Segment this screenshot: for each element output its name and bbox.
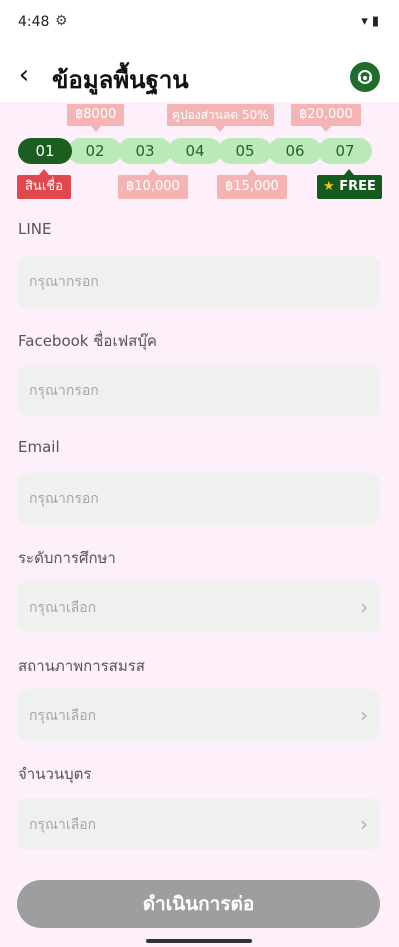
marital-status-label: สถานภาพการสมรส	[18, 657, 145, 675]
line-field	[17, 256, 380, 308]
education-placeholder: กรุณาเลือก	[29, 600, 97, 616]
progress-steps: ฿8000 คูปองส่วนลด 50% ฿20,000 07 06 05 0…	[0, 102, 399, 202]
marital-status-select[interactable]: กรุณาเลือก ›	[17, 689, 380, 741]
education-label: ระดับการศึกษา	[18, 549, 116, 567]
reward-badge-15000: ฿15,000	[217, 169, 287, 199]
email-input[interactable]	[17, 473, 380, 525]
children-select[interactable]: กรุณาเลือก ›	[17, 798, 380, 850]
back-button[interactable]: ‹	[8, 60, 40, 92]
settings-status-icon: ⚙	[55, 13, 68, 29]
reward-badge-loan: สินเชื่อ	[17, 169, 71, 199]
star-icon: ★	[323, 179, 335, 194]
form-content: ฿8000 คูปองส่วนลด 50% ฿20,000 07 06 05 0…	[0, 102, 399, 947]
continue-button[interactable]: ดำเนินการต่อ	[17, 880, 380, 928]
marital-status-placeholder: กรุณาเลือก	[29, 708, 97, 724]
chevron-right-icon: ›	[360, 812, 368, 836]
step-05: 05	[218, 138, 272, 164]
line-input[interactable]	[17, 256, 380, 308]
free-label: FREE	[339, 179, 376, 194]
step-track: 07 06 05 04 03 02 01	[18, 138, 372, 164]
reward-badge-10000: ฿10,000	[118, 169, 188, 199]
email-label: Email	[18, 438, 60, 456]
chevron-right-icon: ›	[360, 703, 368, 727]
step-04: 04	[168, 138, 222, 164]
facebook-input[interactable]	[17, 365, 380, 417]
facebook-field	[17, 365, 380, 417]
reward-badge-20000: ฿20,000	[291, 104, 361, 132]
chevron-right-icon: ›	[360, 595, 368, 619]
step-07: 07	[318, 138, 372, 164]
status-bar: 4:48 ⚙ ▾ ▮	[0, 0, 399, 44]
step-06: 06	[268, 138, 322, 164]
page-title: ข้อมูลพื้นฐาน	[52, 65, 189, 94]
facebook-label: Facebook ชื่อเฟสบุ๊ค	[18, 332, 157, 350]
reward-badge-8000: ฿8000	[67, 104, 125, 132]
step-01: 01	[18, 138, 72, 164]
children-placeholder: กรุณาเลือก	[29, 817, 97, 833]
app-bar: ‹ ข้อมูลพื้นฐาน	[0, 50, 399, 102]
reward-badge-free: ★ FREE	[317, 169, 382, 199]
email-field	[17, 473, 380, 525]
step-02: 02	[68, 138, 122, 164]
step-03: 03	[118, 138, 172, 164]
status-time: 4:48	[18, 14, 50, 30]
wifi-battery-icon: ▾ ▮	[361, 14, 379, 29]
line-label: LINE	[18, 220, 52, 238]
headset-icon	[358, 70, 372, 84]
reward-badge-coupon: คูปองส่วนลด 50%	[167, 104, 274, 132]
education-select[interactable]: กรุณาเลือก ›	[17, 581, 380, 633]
support-button[interactable]	[350, 62, 380, 92]
home-indicator[interactable]	[146, 939, 252, 943]
children-label: จำนวนบุตร	[18, 765, 92, 783]
